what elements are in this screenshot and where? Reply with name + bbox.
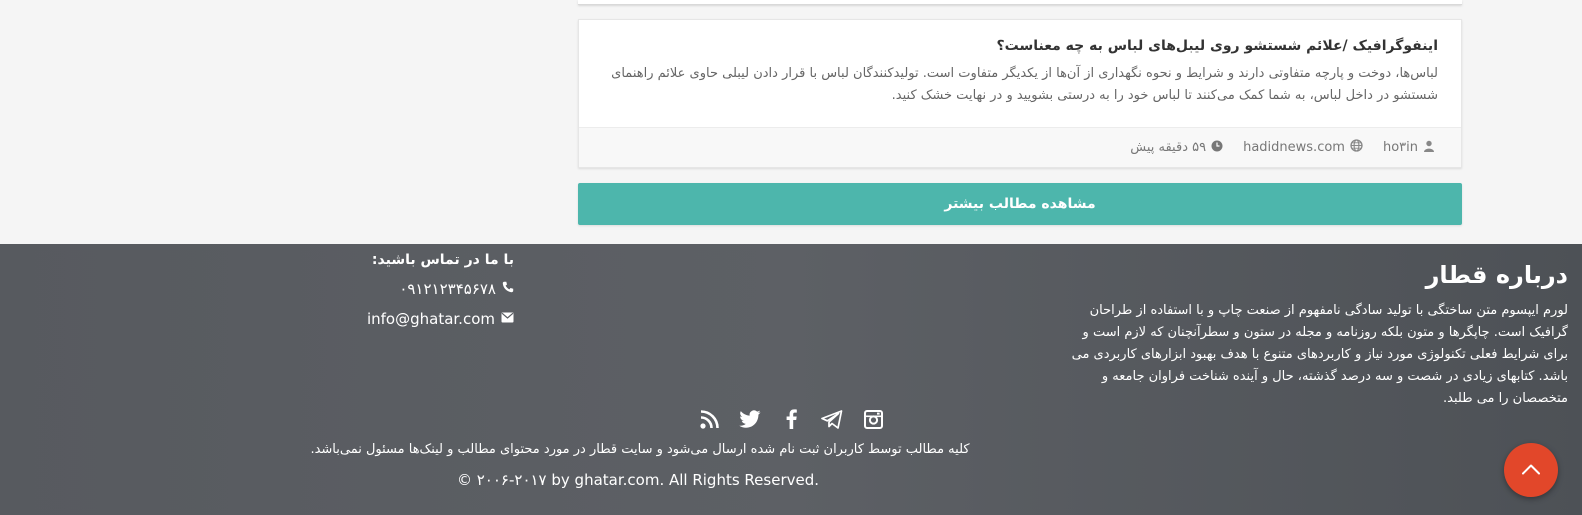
post-time: ۵۹ دقیقه پیش <box>1130 140 1223 156</box>
globe-icon <box>1350 139 1363 156</box>
post-source[interactable]: hadidnews.com <box>1243 139 1363 156</box>
instagram-icon[interactable] <box>862 408 884 430</box>
post-author[interactable]: ho۳in <box>1383 140 1435 156</box>
contact-phone: ۰۹۱۲۱۲۳۴۵۶۷۸ <box>300 278 514 300</box>
post-author-name: ho۳in <box>1382 140 1418 155</box>
facebook-icon[interactable] <box>780 408 802 430</box>
clock-icon <box>1211 140 1223 156</box>
user-icon <box>1423 140 1435 156</box>
rss-icon[interactable] <box>698 408 720 430</box>
envelope-icon <box>501 308 514 330</box>
twitter-icon[interactable] <box>739 408 761 430</box>
contact-section: با ما در تماس باشید: ۰۹۱۲۱۲۳۴۵۶۷۸ info@g… <box>300 250 514 338</box>
post-card-body: اینفوگرافیک /علائم شستشو روی لیبل‌های لب… <box>579 20 1461 128</box>
phone-icon <box>502 278 514 300</box>
footer-disclaimer: کلیه مطالب توسط کاربران ثبت نام شده ارسا… <box>310 442 970 457</box>
email-link[interactable]: info@ghatar.com <box>367 308 495 330</box>
about-title: درباره قطار <box>1425 261 1568 289</box>
load-more-button[interactable]: مشاهده مطالب بیشتر <box>578 183 1462 225</box>
footer-copyright: © ۲۰۰۶-۲۰۱۷ by ghatar.com. All Rights Re… <box>456 471 820 489</box>
post-title[interactable]: اینفوگرافیک /علائم شستشو روی لیبل‌های لب… <box>602 36 1438 56</box>
post-time-text: ۵۹ دقیقه پیش <box>1130 140 1207 155</box>
about-section: درباره قطار لورم ایپسوم متن ساختگی با تو… <box>1068 260 1568 410</box>
previous-post-card <box>578 0 1462 5</box>
post-card: اینفوگرافیک /علائم شستشو روی لیبل‌های لب… <box>578 19 1462 168</box>
social-links <box>0 408 1582 430</box>
chevron-up-icon <box>1521 463 1541 478</box>
contact-title: با ما در تماس باشید: <box>371 252 514 268</box>
contact-email: info@ghatar.com <box>300 308 514 330</box>
post-meta: ho۳in hadidnews.com ۵۹ دقیقه پیش <box>579 127 1461 167</box>
telegram-icon[interactable] <box>821 408 843 430</box>
post-excerpt: لباس‌ها، دوخت و پارچه متفاوتی دارند و شر… <box>611 66 1438 103</box>
post-source-domain: hadidnews.com <box>1243 140 1345 155</box>
site-footer: درباره قطار لورم ایپسوم متن ساختگی با تو… <box>0 244 1582 515</box>
phone-number: ۰۹۱۲۱۲۳۴۵۶۷۸ <box>399 280 496 298</box>
about-text: لورم ایپسوم متن ساختگی با تولید سادگی نا… <box>1071 303 1568 406</box>
scroll-to-top-button[interactable] <box>1504 443 1558 497</box>
